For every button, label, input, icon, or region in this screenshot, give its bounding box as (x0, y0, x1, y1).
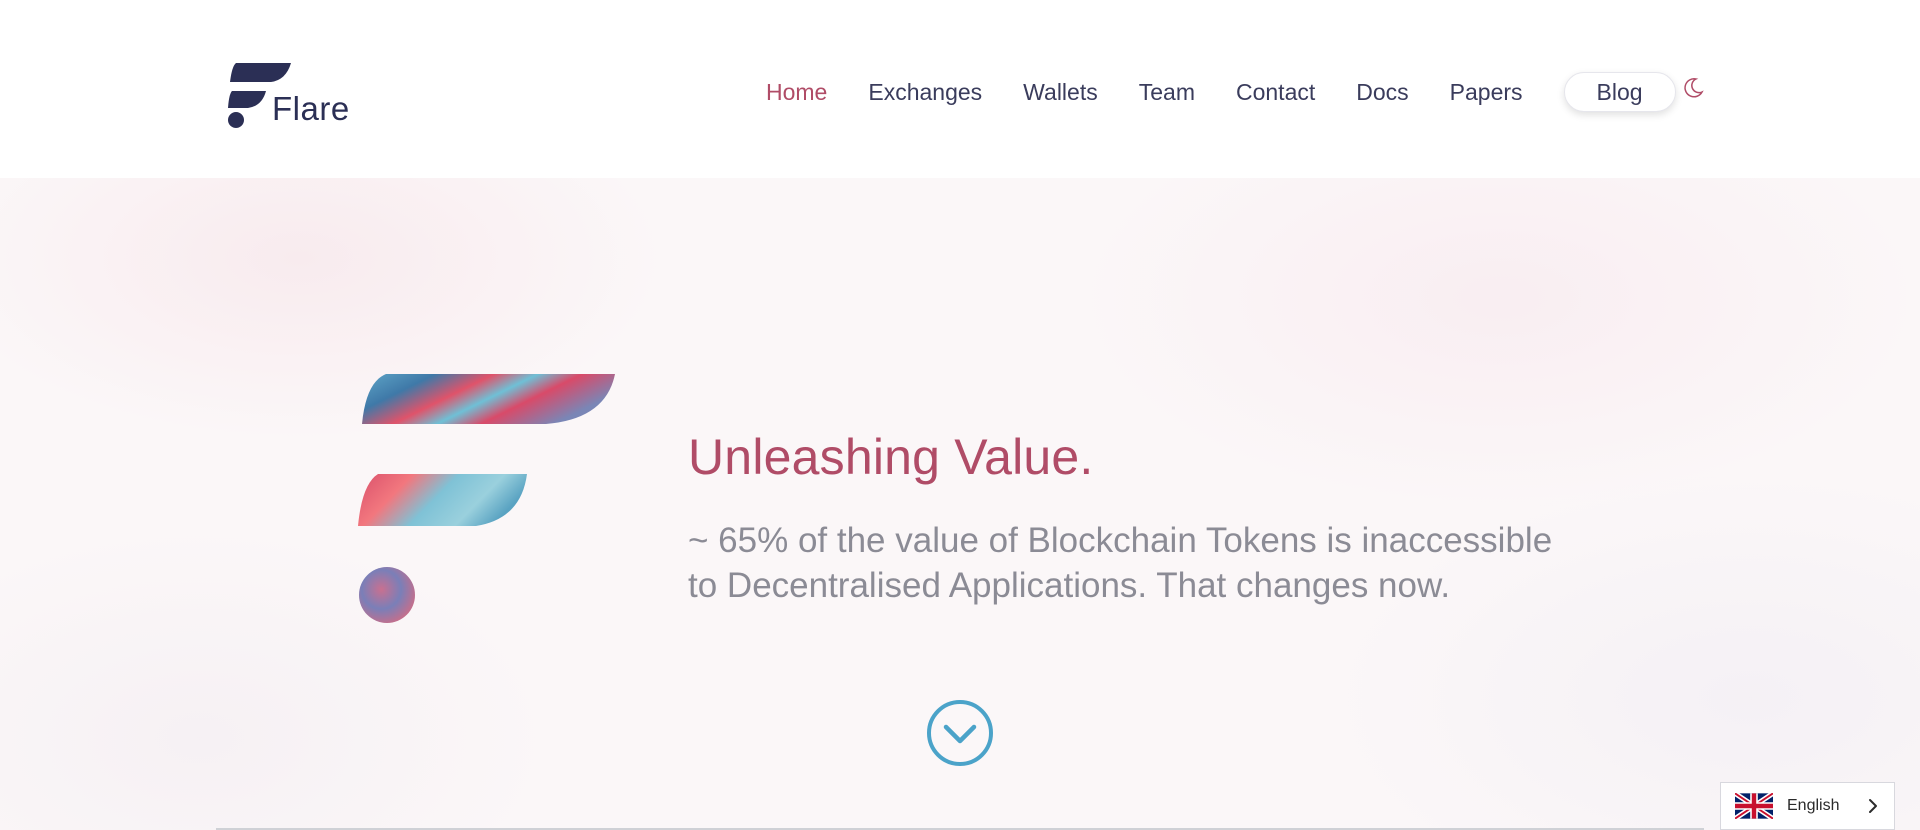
nav-papers[interactable]: Papers (1450, 74, 1523, 110)
language-selector[interactable]: English (1720, 782, 1895, 830)
site-header: Flare Home Exchanges Wallets Team Contac… (0, 0, 1920, 178)
nav-wallets[interactable]: Wallets (1023, 74, 1098, 110)
language-label: English (1787, 797, 1840, 814)
nav-blog-button[interactable]: Blog (1563, 72, 1676, 112)
nav-docs[interactable]: Docs (1356, 74, 1408, 110)
nav-home[interactable]: Home (766, 74, 827, 110)
hero-section: Unleashing Value. ~ 65% of the value of … (0, 178, 1920, 830)
chevron-right-icon (1864, 797, 1882, 815)
flare-logo[interactable]: Flare (226, 60, 356, 130)
nav-team[interactable]: Team (1139, 74, 1195, 110)
hero-headline: Unleashing Value. (688, 429, 1094, 485)
uk-flag-icon (1735, 793, 1773, 819)
chevron-circle-down-icon[interactable] (926, 699, 994, 767)
brand-name: Flare (272, 90, 350, 127)
moon-icon[interactable] (1681, 76, 1705, 100)
hero-subtext: ~ 65% of the value of Blockchain Tokens … (688, 521, 1553, 605)
nav-contact[interactable]: Contact (1236, 74, 1315, 110)
nav-exchanges[interactable]: Exchanges (868, 74, 982, 110)
main-nav: Home Exchanges Wallets Team Contact Docs… (766, 72, 1676, 112)
flare-marbled-logo (358, 374, 615, 623)
